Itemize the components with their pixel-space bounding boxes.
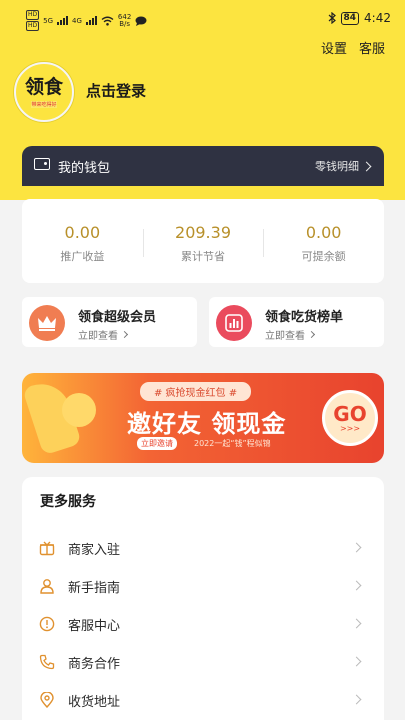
stat-promotion-income[interactable]: 0.00 推广收益 (22, 199, 143, 283)
battery-indicator: 84 (340, 11, 360, 25)
chat-icon (135, 16, 147, 26)
service-item-business[interactable]: 商务合作 (38, 643, 368, 681)
services-title: 更多服务 (40, 494, 96, 510)
speed-unit: B/s (119, 19, 131, 28)
wallet-icon (34, 158, 50, 170)
chevron-right-icon (351, 656, 362, 667)
avatar[interactable]: 领食 带来吃得好 (14, 62, 74, 122)
user-icon (38, 577, 56, 595)
chevron-right-icon (361, 161, 372, 171)
rank-card-link: 立即查看 (265, 327, 316, 342)
login-link[interactable]: 点击登录 (86, 80, 146, 101)
rank-card-sub: 立即查看 (265, 331, 305, 342)
stat-value: 0.00 (64, 223, 101, 242)
service-label: 商家入驻 (68, 542, 121, 558)
stat-label: 累计节省 (181, 250, 225, 263)
crown-icon (29, 305, 65, 341)
status-left: HD HD 5G 4G 642 B/s (26, 10, 147, 31)
service-item-guide[interactable]: 新手指南 (38, 567, 368, 605)
rank-card-title: 领食吃货榜单 (265, 310, 344, 325)
invite-banner[interactable]: # 疯抢现金红包 # 邀好友 领现金 立即邀请 2022一起“钱”程似锦 GO … (22, 373, 384, 463)
coin-decoration-icon (62, 393, 96, 427)
service-label: 商务合作 (68, 656, 121, 672)
hd-badge-1: HD (26, 10, 40, 20)
chevron-right-icon (351, 618, 362, 629)
go-label: GO (333, 401, 367, 426)
chevron-right-icon (351, 542, 362, 553)
chevron-right-icon (307, 330, 316, 339)
customer-service-button[interactable]: 客服 (359, 38, 385, 57)
top-actions: 设置 客服 (321, 38, 385, 57)
clock: 4:42 (364, 11, 391, 25)
signal-icon (57, 16, 69, 25)
member-card-title: 领食超级会员 (78, 310, 157, 325)
banner-tagline: # 疯抢现金红包 # (140, 382, 252, 401)
service-item-address[interactable]: 收货地址 (38, 681, 368, 719)
banner-title: 邀好友 领现金 (127, 410, 287, 438)
stats-panel: 0.00 推广收益 209.39 累计节省 0.00 可提余额 (22, 199, 384, 283)
wallet-bar: 我的钱包 零钱明细 (22, 146, 384, 186)
hd-badge-2: HD (26, 21, 40, 31)
stat-label: 可提余额 (301, 250, 346, 263)
wallet-detail-label: 零钱明细 (315, 160, 359, 173)
logo-text: 领食 (24, 76, 63, 98)
location-icon (38, 691, 56, 709)
stat-value: 0.00 (305, 223, 342, 242)
go-arrows: >>> (339, 423, 361, 433)
member-card-sub: 立即查看 (78, 331, 118, 342)
service-item-merchant[interactable]: 商家入驻 (38, 529, 368, 567)
stat-withdrawable[interactable]: 0.00 可提余额 (263, 199, 384, 283)
network-5g: 5G (43, 16, 54, 25)
bar-chart-icon (216, 305, 252, 341)
wifi-icon (101, 16, 114, 26)
status-right: 84 4:42 (328, 11, 391, 25)
store-icon (38, 539, 56, 557)
wallet-title: 我的钱包 (58, 161, 111, 176)
network-4g: 4G (72, 16, 82, 25)
chevron-right-icon (120, 330, 129, 339)
status-bar: HD HD 5G 4G 642 B/s 84 4:42 (0, 0, 405, 36)
chevron-right-icon (351, 694, 362, 705)
member-card[interactable]: 领食超级会员 立即查看 (22, 297, 197, 347)
invite-now-button[interactable]: 立即邀请 (137, 437, 177, 450)
stat-total-saved[interactable]: 209.39 累计节省 (142, 199, 264, 283)
logo-subtitle: 带来吃得好 (31, 101, 57, 108)
bluetooth-icon (328, 12, 336, 24)
info-icon (38, 615, 56, 633)
member-card-link: 立即查看 (78, 327, 129, 342)
service-label: 新手指南 (68, 580, 121, 596)
signal-icon-2 (85, 16, 97, 25)
service-item-support[interactable]: 客服中心 (38, 605, 368, 643)
banner-subtitle: 2022一起“钱”程似锦 (194, 439, 271, 448)
network-speed: 642 B/s (118, 13, 131, 28)
phone-icon (38, 653, 56, 671)
service-label: 客服中心 (68, 618, 121, 634)
rank-card[interactable]: 领食吃货榜单 立即查看 (209, 297, 384, 347)
wallet-detail-link[interactable]: 零钱明细 (315, 158, 372, 174)
go-button[interactable]: GO >>> (322, 390, 378, 446)
chevron-right-icon (351, 580, 362, 591)
stat-value: 209.39 (175, 223, 231, 242)
more-services-panel: 更多服务 商家入驻 新手指南 客服中心 商务合作 收货地址 (22, 477, 384, 720)
stat-label: 推广收益 (60, 250, 105, 263)
service-label: 收货地址 (68, 694, 121, 710)
settings-button[interactable]: 设置 (321, 38, 347, 57)
